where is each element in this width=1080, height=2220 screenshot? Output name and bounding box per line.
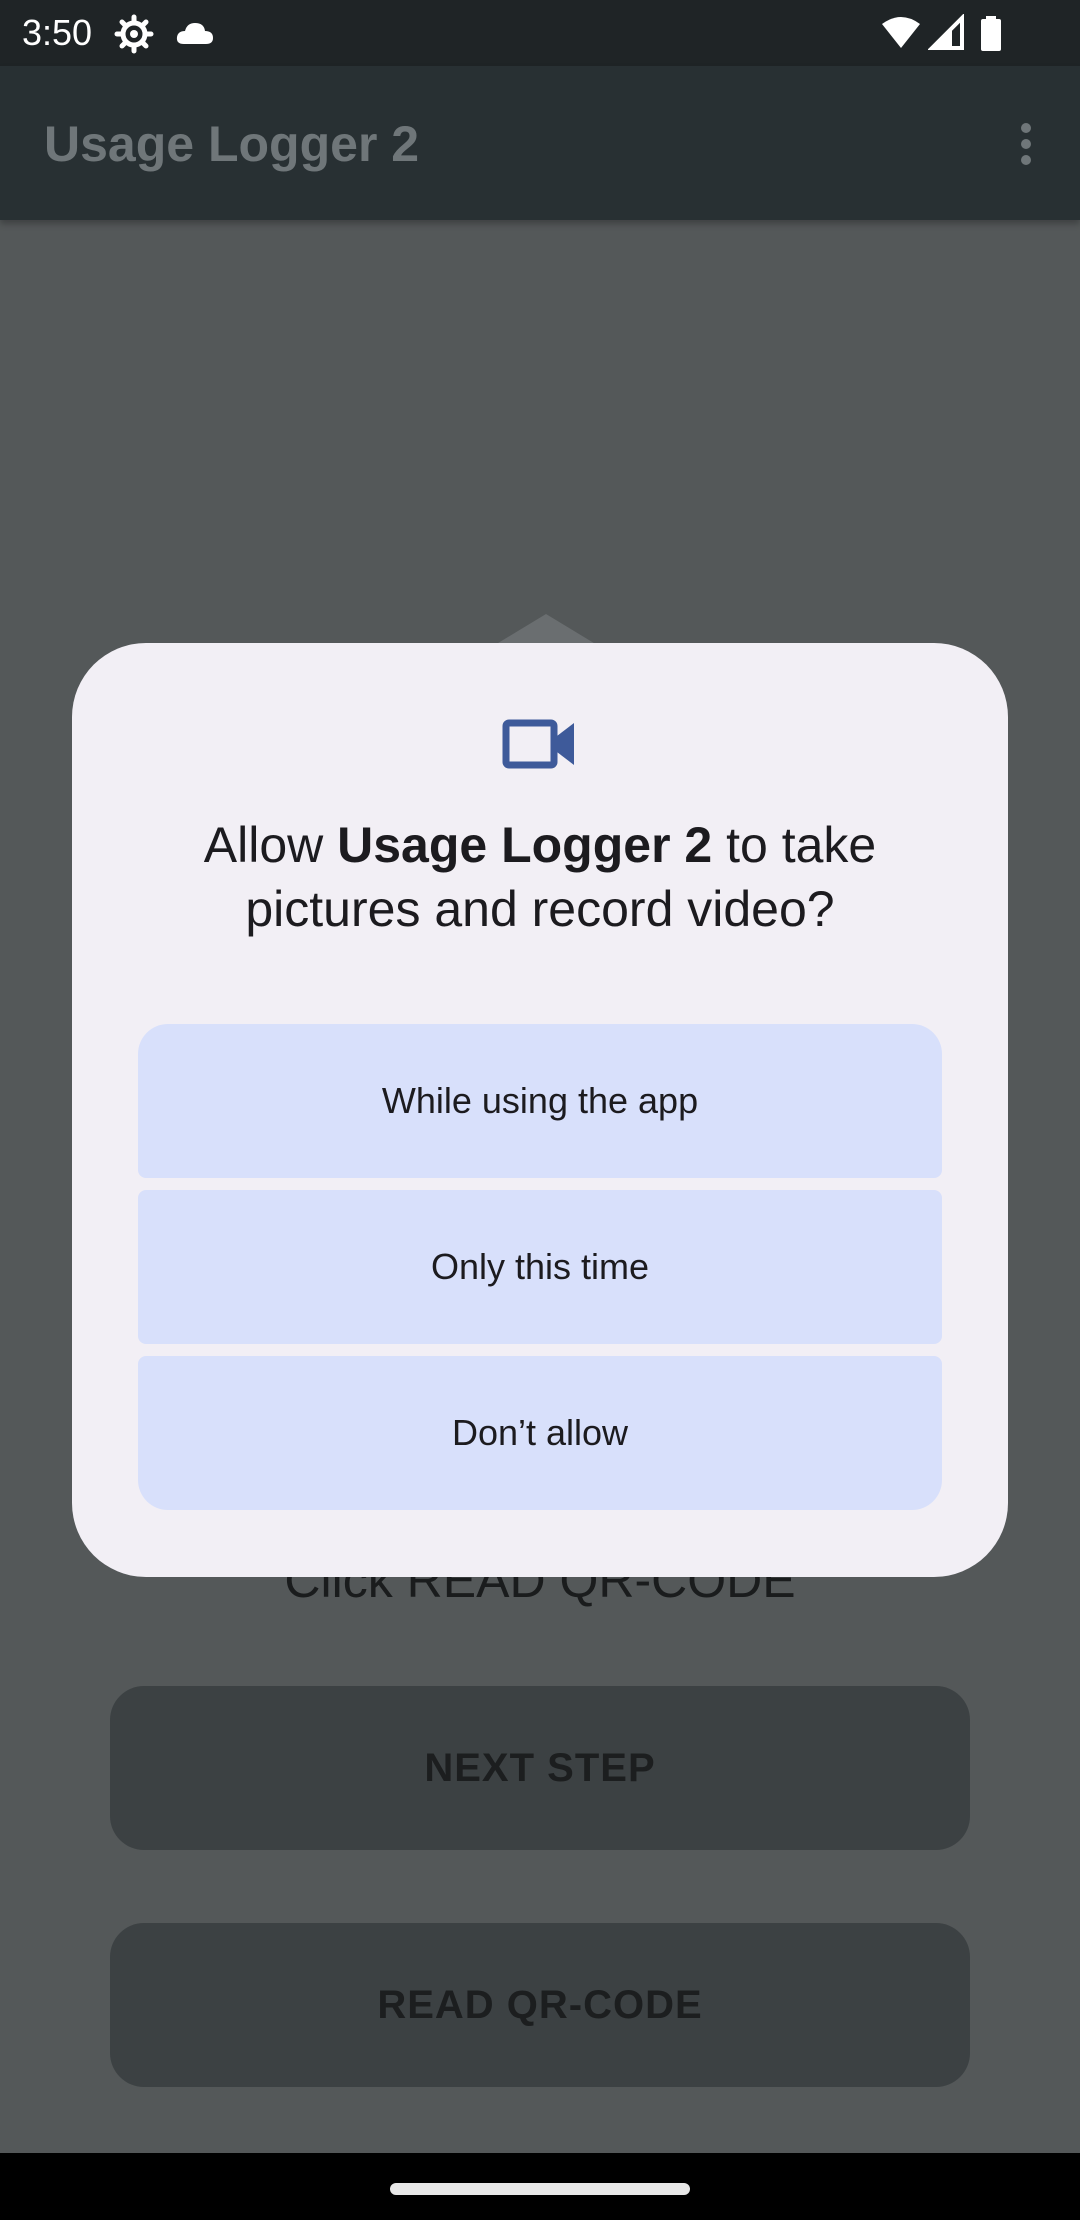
- dialog-title: Allow Usage Logger 2 to take pictures an…: [112, 813, 968, 941]
- only-this-time-button[interactable]: Only this time: [138, 1190, 942, 1344]
- status-time: 3:50: [22, 12, 93, 53]
- next-step-button[interactable]: NEXT STEP: [110, 1686, 970, 1850]
- battery-icon: [978, 14, 1004, 54]
- signal-icon: [927, 13, 966, 54]
- settings-icon: [114, 14, 154, 54]
- more-vert-icon[interactable]: [998, 116, 1054, 172]
- wifi-icon: [880, 14, 922, 54]
- navigation-bar: [0, 2153, 1080, 2220]
- gesture-handle[interactable]: [390, 2183, 690, 2195]
- app-bar: Usage Logger 2: [0, 66, 1080, 220]
- read-qr-code-button[interactable]: READ QR-CODE: [110, 1923, 970, 2087]
- videocam-icon: [500, 705, 580, 785]
- dont-allow-button[interactable]: Don’t allow: [138, 1356, 942, 1510]
- while-using-app-button[interactable]: While using the app: [138, 1024, 942, 1178]
- status-bar: 3:50: [0, 0, 1080, 66]
- cloud-icon: [174, 14, 216, 54]
- permission-dialog: Allow Usage Logger 2 to take pictures an…: [72, 643, 1008, 1577]
- dialog-title-prefix: Allow: [203, 817, 338, 873]
- dialog-title-app-name: Usage Logger 2: [337, 817, 713, 873]
- app-title: Usage Logger 2: [44, 116, 420, 172]
- screen: 3:50 Usage Logger 2 Click READ QR-CODE N…: [0, 0, 1080, 2220]
